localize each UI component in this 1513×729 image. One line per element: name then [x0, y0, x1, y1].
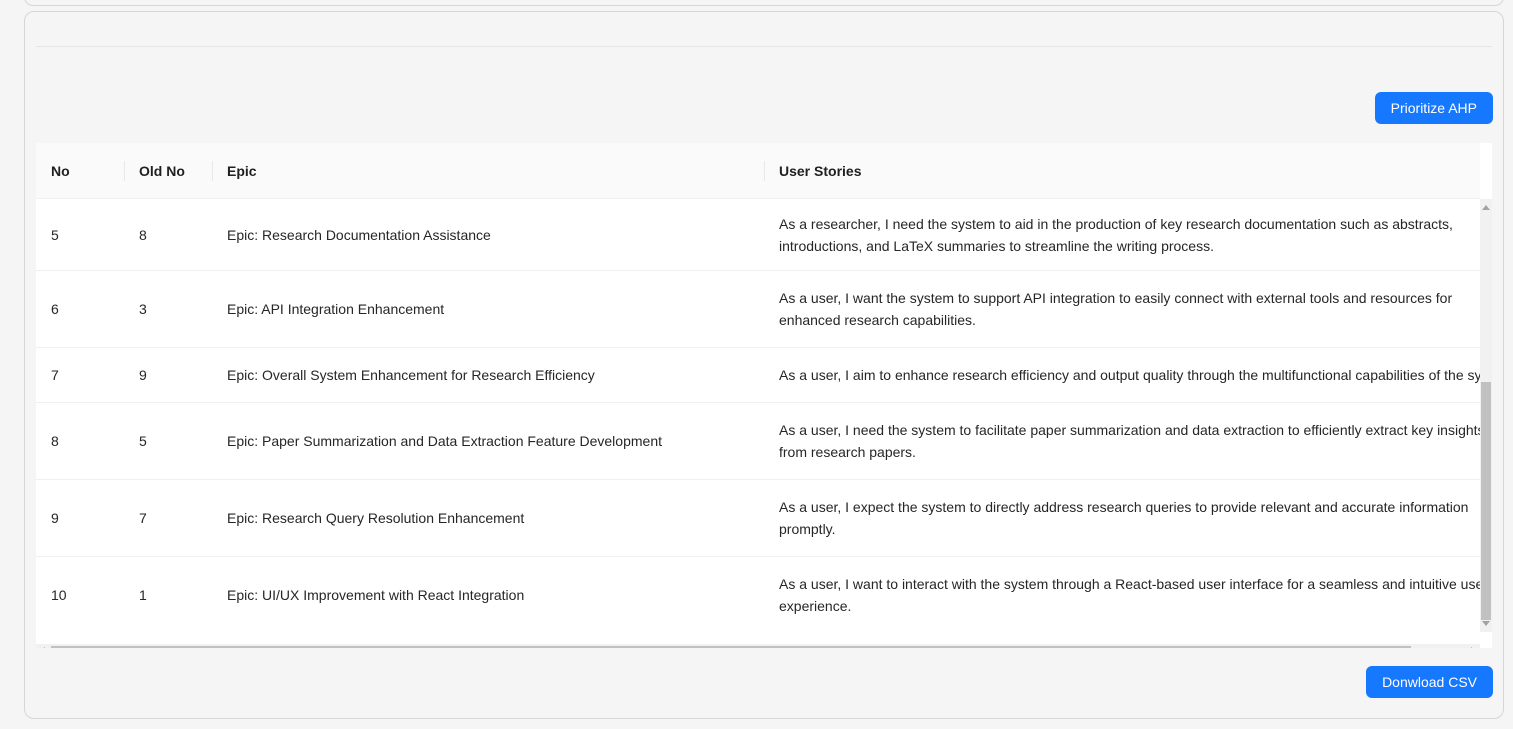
header-user-stories[interactable]: User Stories	[764, 143, 1480, 199]
user-story-text: As a user, I want to interact with the s…	[779, 575, 1480, 614]
cell-old-no: 1	[139, 586, 147, 603]
scroll-right-arrow-icon[interactable]	[1471, 647, 1476, 648]
cell-user-story: As a researcher, I need the system to ai…	[764, 213, 1480, 257]
cell-user-story: As a user, I want to interact with the s…	[764, 573, 1480, 617]
header-no[interactable]: No	[36, 143, 124, 199]
horizontal-scrollbar[interactable]	[36, 644, 1480, 648]
cell-no: 9	[51, 510, 59, 526]
prioritize-ahp-button[interactable]: Prioritize AHP	[1374, 92, 1493, 124]
cell-old-no: 8	[139, 226, 147, 243]
user-story-text: As a user, I need the system to facilita…	[779, 422, 1480, 460]
cell-epic: Epic: API Integration Enhancement	[227, 301, 445, 317]
cell-user-story: As a user, I expect the system to direct…	[764, 496, 1480, 540]
user-story-text: As a user, I aim to enhance research eff…	[779, 367, 1480, 383]
cell-user-story: As a user, I want the system to support …	[764, 287, 1480, 331]
cell-user-story: As a user, I need the system to facilita…	[764, 419, 1480, 463]
vertical-scroll-thumb[interactable]	[1481, 382, 1491, 620]
cell-no: 10	[51, 586, 67, 603]
vertical-scrollbar[interactable]	[1480, 199, 1492, 632]
header-old-no[interactable]: Old No	[124, 143, 212, 199]
cell-old-no: 5	[139, 433, 147, 449]
cell-no: 8	[51, 433, 59, 449]
cell-old-no: 7	[139, 510, 147, 526]
cell-epic: Epic: Research Documentation Assistance	[227, 226, 491, 243]
cell-old-no: 9	[139, 367, 147, 383]
results-card: Prioritize AHP No Old No Epic User Stori…	[24, 11, 1504, 719]
table-body: 5 8 Epic: Research Documentation Assista…	[36, 199, 1480, 632]
table-row: 8 5 Epic: Paper Summarization and Data E…	[36, 403, 1480, 480]
cell-no: 6	[51, 301, 59, 317]
cell-epic: Epic: Research Query Resolution Enhancem…	[227, 510, 525, 526]
cell-user-story: As a user, I aim to enhance research eff…	[764, 364, 1480, 386]
cell-no: 7	[51, 367, 59, 383]
cell-old-no: 3	[139, 301, 147, 317]
user-stories-table: No Old No Epic User Stories 5 8 Epic: Re…	[36, 143, 1492, 648]
cell-epic: Epic: UI/UX Improvement with React Integ…	[227, 586, 525, 603]
divider	[36, 46, 1492, 47]
scroll-up-arrow-icon[interactable]	[1482, 205, 1490, 210]
scroll-left-arrow-icon[interactable]	[40, 647, 45, 648]
header-epic[interactable]: Epic	[212, 143, 764, 199]
table-row: 5 8 Epic: Research Documentation Assista…	[36, 199, 1480, 271]
table-row: 9 7 Epic: Research Query Resolution Enha…	[36, 480, 1480, 557]
table-row: 6 3 Epic: API Integration Enhancement As…	[36, 271, 1480, 348]
user-story-text: As a researcher, I need the system to ai…	[779, 215, 1453, 254]
scroll-down-arrow-icon[interactable]	[1482, 621, 1490, 626]
user-story-text: As a user, I expect the system to direct…	[779, 499, 1469, 537]
download-csv-button[interactable]: Donwload CSV	[1366, 666, 1493, 698]
previous-card	[24, 0, 1504, 6]
cell-no: 5	[51, 226, 59, 243]
horizontal-scroll-thumb[interactable]	[51, 646, 1411, 648]
table-header: No Old No Epic User Stories	[36, 143, 1480, 199]
user-story-text: As a user, I want the system to support …	[779, 290, 1453, 328]
table-row: 10 1 Epic: UI/UX Improvement with React …	[36, 557, 1480, 632]
cell-epic: Epic: Overall System Enhancement for Res…	[227, 367, 595, 383]
table-row: 7 9 Epic: Overall System Enhancement for…	[36, 348, 1480, 403]
cell-epic: Epic: Paper Summarization and Data Extra…	[227, 433, 662, 449]
